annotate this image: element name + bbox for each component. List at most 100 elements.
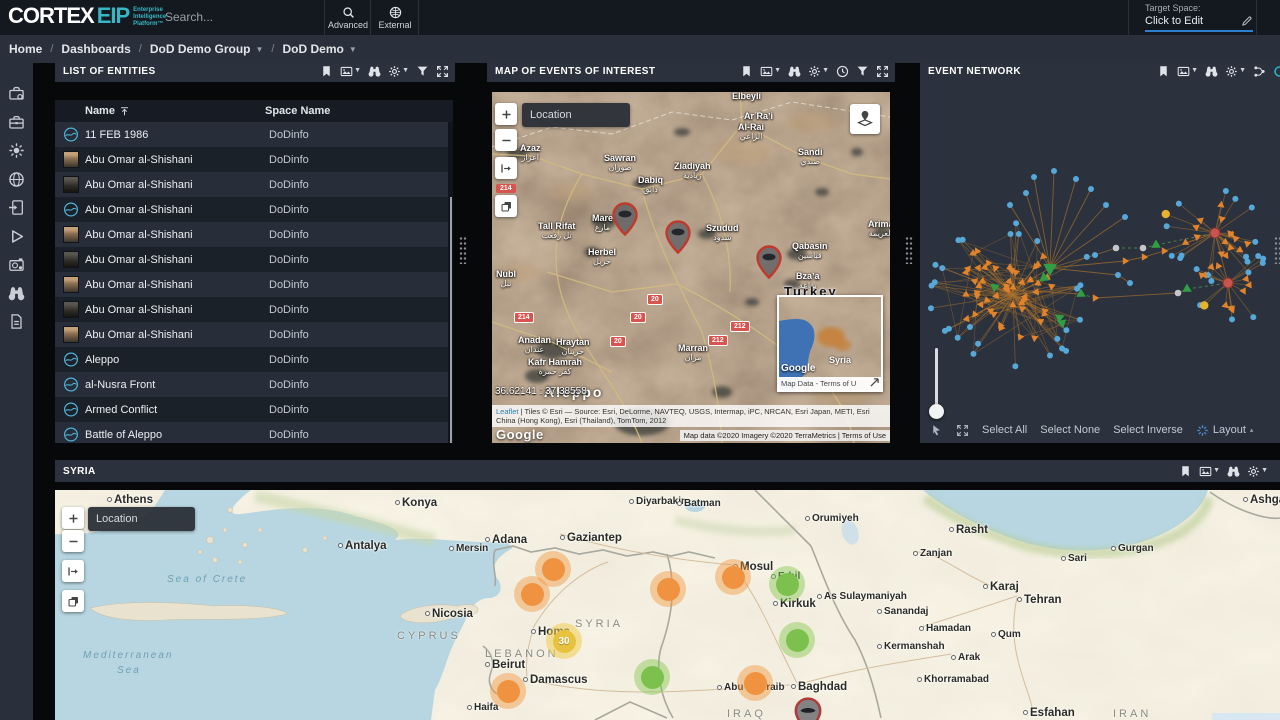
breadcrumb-item[interactable]: DoD Demo ▼ — [282, 42, 356, 56]
events-map[interactable]: Elbeyli Azaz اعزاز Sawran صوران Ziadiyah زيادي… — [492, 92, 890, 443]
branch-icon[interactable] — [1253, 65, 1266, 78]
filter-icon[interactable] — [416, 65, 429, 78]
location-search-input[interactable] — [522, 103, 630, 127]
cluster-marker[interactable] — [779, 622, 815, 658]
clock-icon[interactable] — [836, 65, 849, 78]
select-none-button[interactable]: Select None — [1040, 424, 1100, 436]
cluster-marker[interactable] — [715, 559, 751, 595]
cluster-marker[interactable]: 30 — [546, 623, 582, 659]
breadcrumb-item[interactable]: DoD Demo Group ▼ — [150, 42, 264, 56]
fit-view-icon[interactable] — [956, 424, 969, 437]
bookmark-icon[interactable] — [320, 65, 333, 78]
inset-expand-icon[interactable] — [870, 378, 879, 387]
overview-inset-map[interactable]: Syria Google Map Data - Terms of U — [777, 295, 883, 392]
target-space-value[interactable]: Click to Edit — [1145, 15, 1203, 27]
image-icon[interactable]: ▼ — [760, 65, 781, 78]
cluster-marker[interactable] — [769, 566, 805, 602]
table-row[interactable]: Abu Omar al-Shishani DoDinfo — [55, 272, 453, 297]
scrollbar-track[interactable] — [448, 122, 453, 443]
table-row[interactable]: Abu Omar al-Shishani DoDinfo — [55, 172, 453, 197]
cluster-marker[interactable] — [634, 659, 670, 695]
table-row[interactable]: Abu Omar al-Shishani DoDinfo — [55, 197, 453, 222]
docarrow-icon[interactable] — [8, 199, 25, 216]
table-row[interactable]: 11 FEB 1986 DoDinfo — [55, 122, 453, 147]
event-pin-marker[interactable] — [612, 202, 638, 237]
table-row[interactable]: Abu Omar al-Shishani DoDinfo — [55, 247, 453, 272]
column-space-name[interactable]: Space Name — [265, 105, 330, 117]
refresh-icon[interactable] — [1273, 65, 1280, 78]
zoom-slider-track[interactable] — [935, 348, 938, 410]
panel-resize-handle[interactable] — [459, 236, 467, 264]
table-row[interactable]: al-Nusra Front DoDinfo — [55, 372, 453, 397]
play-icon[interactable] — [8, 228, 25, 245]
external-button[interactable]: External — [372, 0, 418, 35]
expand-icon[interactable] — [436, 65, 449, 78]
pencil-icon[interactable] — [1241, 15, 1253, 27]
event-pin-marker[interactable] — [794, 697, 822, 720]
layers-button[interactable] — [62, 590, 84, 612]
doc-icon[interactable] — [8, 313, 25, 330]
measure-tool-button[interactable] — [62, 560, 84, 582]
panel-resize-handle[interactable] — [1274, 236, 1280, 264]
filter-icon[interactable] — [856, 65, 869, 78]
event-pin-marker[interactable] — [756, 245, 782, 280]
gear-icon[interactable]: ▼ — [1225, 65, 1246, 78]
zoom-in-button[interactable] — [62, 507, 84, 529]
cluster-marker[interactable] — [650, 571, 686, 607]
table-row[interactable]: Battle of Aleppo DoDinfo — [55, 422, 453, 443]
bookmark-icon[interactable] — [740, 65, 753, 78]
event-pin-marker[interactable] — [665, 220, 691, 255]
target-space[interactable]: Target Space: Click to Edit — [1145, 3, 1253, 32]
image-icon[interactable]: ▼ — [1177, 65, 1198, 78]
scrollbar-thumb[interactable] — [450, 197, 452, 443]
zoom-out-button[interactable] — [495, 129, 517, 151]
cluster-marker[interactable] — [514, 576, 550, 612]
gear-icon[interactable]: ▼ — [808, 65, 829, 78]
binoculars-icon[interactable] — [1205, 65, 1218, 78]
binoculars-icon[interactable] — [788, 65, 801, 78]
binoculars-icon[interactable] — [8, 285, 25, 302]
bookmark-icon[interactable] — [1157, 65, 1170, 78]
zoom-out-button[interactable] — [62, 530, 84, 552]
select-all-button[interactable]: Select All — [982, 424, 1027, 436]
advanced-search-button[interactable]: Advanced — [326, 0, 370, 35]
globe3-icon[interactable] — [8, 171, 25, 188]
gear-icon[interactable]: ▼ — [1247, 465, 1268, 478]
location-search-input[interactable] — [88, 507, 195, 531]
binoculars-icon[interactable] — [368, 65, 381, 78]
zoom-slider-handle[interactable] — [929, 404, 944, 419]
zoom-in-button[interactable] — [495, 103, 517, 125]
breadcrumb-item[interactable]: Dashboards — [61, 42, 130, 56]
sun-icon[interactable] — [8, 142, 25, 159]
search-input[interactable] — [165, 6, 315, 28]
table-row[interactable]: Abu Omar al-Shishani DoDinfo — [55, 147, 453, 172]
gear-icon[interactable]: ▼ — [388, 65, 409, 78]
pointer-tool-icon[interactable] — [930, 424, 943, 437]
image-icon[interactable]: ▼ — [340, 65, 361, 78]
cluster-marker[interactable] — [737, 665, 773, 701]
network-graph[interactable] — [920, 85, 1280, 415]
table-row[interactable]: Armed Conflict DoDinfo — [55, 397, 453, 422]
table-row[interactable]: Abu Omar al-Shishani DoDinfo — [55, 297, 453, 322]
breadcrumb-item[interactable]: Home — [9, 42, 42, 56]
layout-button[interactable]: Layout ▴ — [1196, 424, 1253, 437]
column-name[interactable]: Name — [55, 105, 265, 117]
select-inverse-button[interactable]: Select Inverse — [1113, 424, 1183, 436]
bookmark-icon[interactable] — [1179, 465, 1192, 478]
briefcase-icon[interactable] — [8, 114, 25, 131]
expand-icon[interactable] — [876, 65, 889, 78]
binoculars-icon[interactable] — [1227, 465, 1240, 478]
cluster-marker[interactable] — [490, 673, 526, 709]
basemap-layers-button[interactable] — [850, 104, 880, 134]
toolbox-icon[interactable] — [8, 85, 25, 102]
table-row[interactable]: Aleppo DoDinfo — [55, 347, 453, 372]
image-icon[interactable]: ▼ — [1199, 465, 1220, 478]
table-row[interactable]: Abu Omar al-Shishani DoDinfo — [55, 322, 453, 347]
layers-button[interactable] — [495, 195, 517, 217]
syria-map[interactable]: Athens Konya Antalya Mersin Adana Gaziantep Di… — [55, 490, 1280, 720]
measure-tool-button[interactable] — [495, 157, 517, 179]
table-row[interactable]: Abu Omar al-Shishani DoDinfo — [55, 222, 453, 247]
camera-icon[interactable] — [8, 256, 25, 273]
panel-resize-handle[interactable] — [905, 236, 913, 264]
cortex-logo[interactable]: CORTEX EIP Enterprise Intelligence Platfor… — [8, 3, 166, 29]
